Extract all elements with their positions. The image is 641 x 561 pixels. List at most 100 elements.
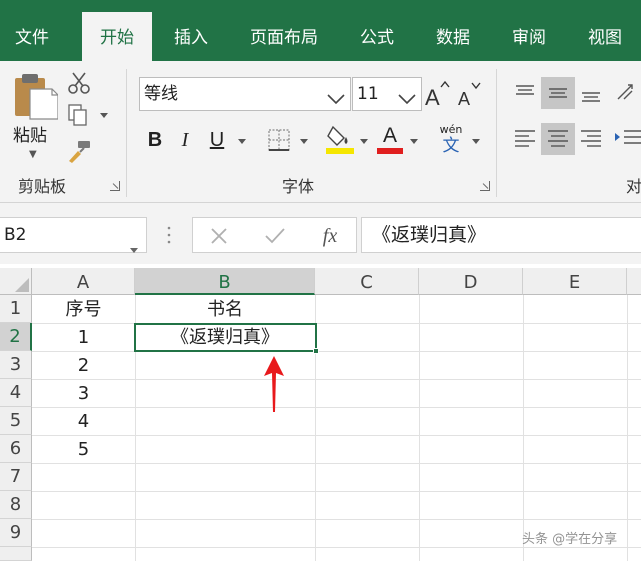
row-header-2[interactable]: 2 (0, 323, 32, 351)
tab-data[interactable]: 数据 (420, 0, 486, 61)
copy-icon[interactable] (66, 103, 92, 127)
gridline (32, 463, 641, 464)
format-painter-icon[interactable] (66, 139, 92, 163)
tab-formulas[interactable]: 公式 (344, 0, 410, 61)
fill-color-dropdown-icon[interactable] (360, 139, 368, 145)
clipboard-launcher-icon[interactable] (110, 181, 120, 191)
insert-function-button[interactable]: fx (315, 222, 345, 250)
paste-dropdown-icon[interactable]: ▼ (29, 149, 37, 160)
column-header-b[interactable]: B (135, 268, 315, 295)
font-name-value: 等线 (144, 84, 178, 104)
chevron-down-icon[interactable] (397, 86, 417, 105)
decrease-font-size-icon[interactable]: A (456, 79, 482, 109)
cell-a5[interactable]: 4 (32, 407, 135, 435)
indent-icon[interactable] (610, 123, 641, 155)
row-header-10[interactable] (0, 547, 32, 561)
font-color-glyph: A (382, 124, 397, 147)
row-header-8[interactable]: 8 (0, 491, 32, 519)
cell-a2[interactable]: 1 (32, 323, 135, 351)
tab-insert[interactable]: 插入 (158, 0, 224, 61)
top-align-icon[interactable] (508, 77, 542, 109)
font-launcher-icon[interactable] (480, 181, 490, 191)
cancel-entry-icon[interactable] (207, 224, 231, 248)
column-header-a[interactable]: A (32, 268, 135, 295)
tab-review[interactable]: 审阅 (496, 0, 562, 61)
name-box-dropdown-icon[interactable] (130, 232, 138, 266)
increase-font-size-icon[interactable]: A (424, 79, 450, 109)
row-header-5[interactable]: 5 (0, 407, 32, 435)
underline-button[interactable]: U (204, 125, 230, 155)
row-header-1[interactable]: 1 (0, 295, 32, 323)
watermark: 头条 @学在分享 (522, 532, 618, 547)
middle-align-icon[interactable] (541, 77, 575, 109)
font-group-label: 字体 (282, 177, 315, 196)
align-right-icon[interactable] (574, 123, 608, 155)
fill-color-icon[interactable] (325, 123, 355, 155)
paste-button-label[interactable]: 粘贴 (13, 121, 47, 146)
gridline (627, 295, 628, 561)
formula-buttons: fx (192, 217, 357, 253)
svg-text:A: A (458, 89, 470, 109)
align-left-icon[interactable] (508, 123, 542, 155)
gridline (32, 547, 641, 548)
row-header-7[interactable]: 7 (0, 463, 32, 491)
row-header-6[interactable]: 6 (0, 435, 32, 463)
tab-home[interactable]: 开始 (82, 12, 152, 61)
phonetic-guide-icon[interactable]: wén 文 (436, 121, 466, 157)
tab-file[interactable]: 文件 (0, 0, 64, 61)
alignment-group-label: 对 (626, 177, 641, 196)
cell-a6[interactable]: 5 (32, 435, 135, 463)
cell-a4[interactable]: 3 (32, 379, 135, 407)
italic-button[interactable]: I (172, 125, 198, 155)
gridline (419, 295, 420, 561)
align-center-icon[interactable] (541, 123, 575, 155)
font-name-combo[interactable]: 等线 (139, 77, 351, 111)
font-size-value: 11 (357, 84, 379, 104)
confirm-entry-icon[interactable] (263, 224, 287, 248)
select-all-button[interactable] (0, 268, 32, 295)
row-header-4[interactable]: 4 (0, 379, 32, 407)
underline-dropdown-icon[interactable] (238, 139, 246, 145)
cell-a3[interactable]: 2 (32, 351, 135, 379)
font-color-dropdown-icon[interactable] (410, 139, 418, 145)
bold-button[interactable]: B (142, 125, 168, 155)
formula-bar-grip-icon[interactable] (167, 225, 171, 245)
gridline (32, 519, 641, 520)
cut-icon[interactable] (66, 71, 92, 95)
row-header-9[interactable]: 9 (0, 519, 32, 547)
ribbon: 粘贴 ▼ 剪贴板 等线 11 A A B I U A wén 文 字体 对 (0, 61, 641, 203)
column-header-f[interactable] (627, 268, 641, 295)
fill-color-swatch (326, 148, 354, 154)
name-box[interactable]: B2 (0, 217, 147, 253)
cell-a1[interactable]: 序号 (32, 295, 135, 323)
red-arrow-annotation-icon (262, 356, 286, 412)
svg-text:A: A (425, 85, 440, 109)
group-separator (496, 69, 497, 197)
bottom-align-icon[interactable] (574, 77, 608, 109)
column-header-d[interactable]: D (419, 268, 523, 295)
borders-dropdown-icon[interactable] (300, 139, 308, 145)
column-header-e[interactable]: E (523, 268, 627, 295)
phonetic-dropdown-icon[interactable] (472, 139, 480, 145)
orientation-icon[interactable] (610, 77, 641, 109)
name-box-value: B2 (4, 225, 27, 245)
paste-icon[interactable] (12, 71, 59, 121)
fill-handle[interactable] (313, 348, 319, 354)
cell-b1[interactable]: 书名 (135, 295, 315, 323)
font-size-combo[interactable]: 11 (352, 77, 422, 111)
chevron-down-icon[interactable] (326, 86, 346, 105)
active-cell-border (134, 323, 319, 354)
phonetic-top-text: wén (439, 122, 463, 136)
column-header-c[interactable]: C (315, 268, 419, 295)
tab-view[interactable]: 视图 (572, 0, 638, 61)
tab-page-layout[interactable]: 页面布局 (238, 0, 330, 61)
ribbon-tab-bar: 文件 开始 插入 页面布局 公式 数据 审阅 视图 (0, 0, 641, 61)
group-separator (126, 69, 127, 197)
worksheet-grid: A B C D E 1 2 3 4 5 6 7 8 9 序号 书名 1 《返璞归… (0, 268, 641, 561)
formula-input[interactable]: 《返璞归真》 (361, 217, 641, 253)
borders-icon[interactable] (266, 127, 292, 153)
font-color-button[interactable]: A (376, 123, 404, 155)
gridline (523, 295, 524, 561)
row-header-3[interactable]: 3 (0, 351, 32, 379)
copy-dropdown-icon[interactable] (100, 113, 108, 119)
